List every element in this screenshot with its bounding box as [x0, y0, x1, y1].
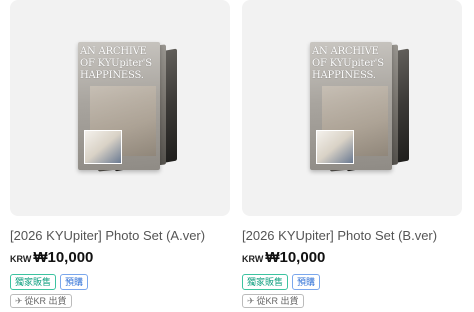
badge-row: 獨家販售 預購	[10, 274, 230, 290]
price-row: KRW ₩10,000	[10, 249, 230, 266]
product-image[interactable]: AN ARCHIVE OF KYUpiter'S HAPPINESS.	[10, 0, 230, 216]
shipping-label: 從KR 出貨	[256, 296, 299, 306]
exclusive-badge: 獨家販售	[242, 274, 289, 290]
airplane-icon: ✈	[15, 296, 23, 306]
shipping-badge: ✈ 從KR 出貨	[10, 294, 72, 308]
product-title[interactable]: [2026 KYUpiter] Photo Set (A.ver)	[10, 228, 230, 243]
product-card-a[interactable]: AN ARCHIVE OF KYUpiter'S HAPPINESS. [202…	[10, 0, 230, 309]
price: ₩10,000	[265, 249, 326, 266]
currency-label: KRW	[242, 254, 264, 264]
exclusive-badge: 獨家販售	[10, 274, 57, 290]
price: ₩10,000	[33, 249, 94, 266]
currency-label: KRW	[10, 254, 32, 264]
badge-row: 獨家販售 預購	[242, 274, 462, 290]
product-title[interactable]: [2026 KYUpiter] Photo Set (B.ver)	[242, 228, 462, 243]
airplane-icon: ✈	[247, 296, 255, 306]
product-card-b[interactable]: AN ARCHIVE OF KYUpiter'S HAPPINESS. [202…	[242, 0, 462, 309]
preorder-badge: 預購	[292, 274, 321, 290]
mini-photo-card	[84, 130, 122, 164]
mini-photo-card	[316, 130, 354, 164]
preorder-badge: 預購	[60, 274, 89, 290]
cover-text: AN ARCHIVE OF KYUpiter'S HAPPINESS.	[80, 46, 152, 81]
product-image[interactable]: AN ARCHIVE OF KYUpiter'S HAPPINESS.	[242, 0, 462, 216]
shipping-badge: ✈ 從KR 出貨	[242, 294, 304, 308]
shipping-label: 從KR 出貨	[24, 296, 67, 306]
cover-text: AN ARCHIVE OF KYUpiter'S HAPPINESS.	[312, 46, 384, 81]
price-row: KRW ₩10,000	[242, 249, 462, 266]
